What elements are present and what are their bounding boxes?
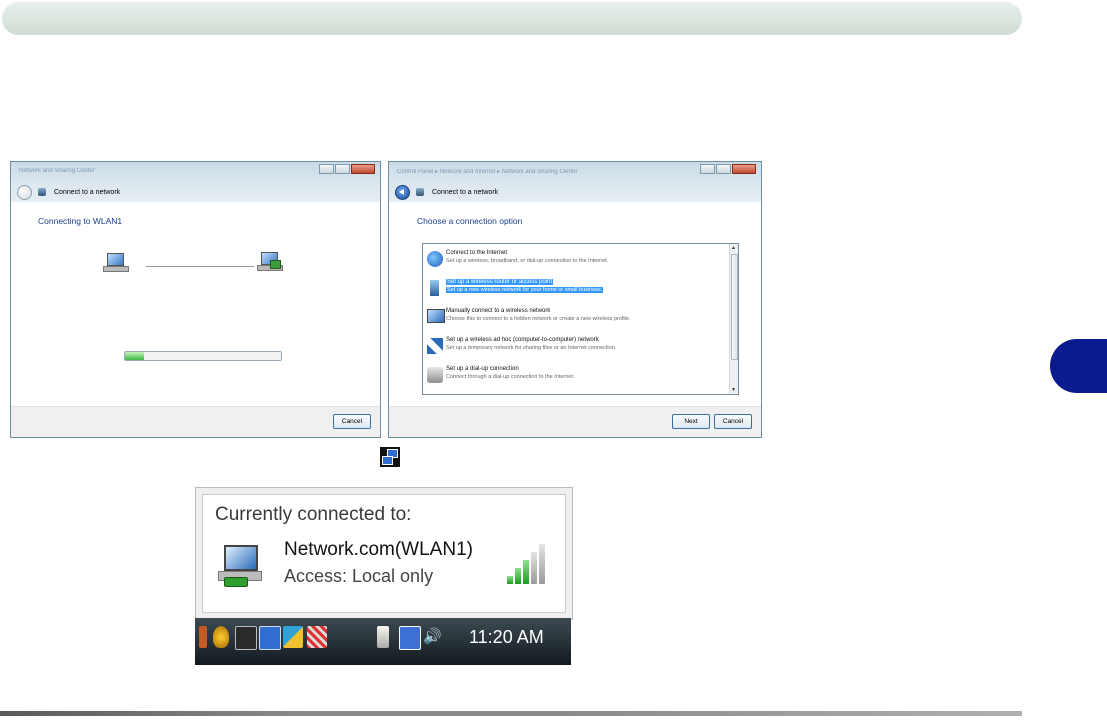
option-desc: Set up a temporary network for sharing f… (446, 345, 617, 351)
minimize-button[interactable] (319, 164, 334, 174)
dialog-content: Connecting to WLAN1 (11, 202, 380, 407)
connection-line (146, 266, 254, 267)
choose-connection-dialog: Control Panel ▸ Network and Internet ▸ N… (388, 161, 762, 438)
bluetooth-icon[interactable] (259, 626, 281, 650)
signal-bar (523, 560, 529, 584)
computer-icon (103, 252, 129, 272)
signal-strength-icon (507, 544, 549, 584)
clock[interactable]: 11:20 AM (469, 627, 544, 648)
option-title: Set up a dial-up connection (446, 366, 519, 372)
maximize-button[interactable] (716, 164, 731, 174)
option-title: Set up a wireless router or access point (446, 279, 554, 285)
utility-icon[interactable] (307, 626, 327, 648)
option-wireless-router[interactable]: Set up a wireless router or access point… (427, 278, 727, 300)
nav-row: Connect to a network (17, 184, 120, 200)
globe-icon (427, 251, 443, 267)
ad-hoc-icon (427, 338, 443, 354)
power-icon[interactable] (377, 626, 389, 648)
scroll-thumb[interactable] (731, 254, 738, 360)
option-connect-internet[interactable]: Connect to the Internet Set up a wireles… (427, 249, 727, 271)
option-desc: Connect through a dial-up connection to … (446, 374, 575, 380)
taskbar: 🔊 11:20 AM (195, 618, 571, 665)
network-connection-icon (380, 447, 400, 467)
option-manual-wireless[interactable]: Manually connect to a wireless network C… (427, 307, 727, 329)
dialog-footer: Cancel (11, 406, 380, 437)
title-bar: Network and Sharing Center Connect to a … (11, 162, 380, 202)
title-bar: Control Panel ▸ Network and Internet ▸ N… (389, 162, 761, 202)
nav-row: Connect to a network (395, 184, 498, 200)
option-dial-up[interactable]: Set up a dial-up connection Connect thro… (427, 365, 727, 387)
signal-bar (515, 568, 521, 584)
cancel-button[interactable]: Cancel (333, 414, 371, 429)
header-bar (2, 2, 1022, 35)
dialog-footer: Next Cancel (389, 406, 761, 437)
dialog-content: Choose a connection option Connect to th… (389, 202, 761, 407)
option-desc: Set up a wireless, broadband, or dial-up… (446, 258, 609, 264)
option-ad-hoc[interactable]: Set up a wireless ad hoc (computer-to-co… (427, 336, 727, 358)
scrollbar[interactable]: ▲ ▼ (729, 244, 738, 394)
phone-icon (427, 367, 443, 383)
computer-icon (427, 309, 445, 323)
maximize-button[interactable] (335, 164, 350, 174)
window-controls (699, 164, 756, 174)
popup-title: Currently connected to: (215, 504, 412, 525)
breadcrumb: Network and Sharing Center (19, 168, 95, 174)
signal-bar (539, 544, 545, 584)
network-icon (38, 188, 46, 196)
app-icon[interactable] (199, 626, 207, 648)
back-button[interactable] (395, 184, 410, 200)
next-button[interactable]: Next (672, 414, 710, 429)
scroll-up-icon[interactable]: ▲ (731, 245, 736, 251)
close-button[interactable] (351, 164, 375, 174)
cancel-button[interactable]: Cancel (714, 414, 752, 429)
window-controls (318, 164, 375, 174)
window-title: Connect to a network (54, 188, 121, 196)
network-status-icon[interactable] (399, 626, 421, 650)
speaker-icon[interactable]: 🔊 (423, 626, 449, 648)
network-icon (416, 188, 424, 196)
signal-bar (531, 552, 537, 584)
option-title: Connect to the Internet (446, 250, 508, 256)
window-title: Connect to a network (432, 188, 499, 196)
option-desc: Set up a new wireless network for your h… (446, 287, 604, 293)
access-status: Access: Local only (284, 566, 434, 586)
back-button[interactable] (17, 184, 32, 200)
option-title: Set up a wireless ad hoc (computer-to-co… (446, 337, 599, 343)
connection-status-popup: Currently connected to: Network.com(WLAN… (195, 487, 573, 620)
footer-rule (0, 711, 1022, 716)
network-computer-icon (257, 251, 283, 271)
page-heading: Choose a connection option (417, 216, 523, 226)
connecting-dialog: Network and Sharing Center Connect to a … (10, 161, 381, 438)
minimize-button[interactable] (700, 164, 715, 174)
option-desc: Choose this to connect to a hidden netwo… (446, 316, 631, 322)
display-icon[interactable] (235, 626, 257, 650)
page-heading: Connecting to WLAN1 (38, 216, 123, 226)
close-button[interactable] (732, 164, 756, 174)
progress-fill (125, 352, 144, 360)
connection-progress-bar (124, 351, 282, 361)
router-icon (430, 280, 439, 296)
shield-icon[interactable] (213, 626, 229, 648)
network-adapter-icon[interactable] (283, 626, 303, 648)
option-title: Manually connect to a wireless network (446, 308, 551, 314)
signal-bar (507, 576, 513, 584)
chapter-tab (1050, 339, 1107, 393)
breadcrumb: Control Panel ▸ Network and Internet ▸ N… (397, 169, 578, 175)
connection-options-list[interactable]: Connect to the Internet Set up a wireles… (422, 243, 739, 395)
network-name: Network.com(WLAN1) (284, 539, 473, 560)
scroll-down-icon[interactable]: ▼ (731, 387, 736, 393)
network-computer-icon (218, 543, 266, 587)
